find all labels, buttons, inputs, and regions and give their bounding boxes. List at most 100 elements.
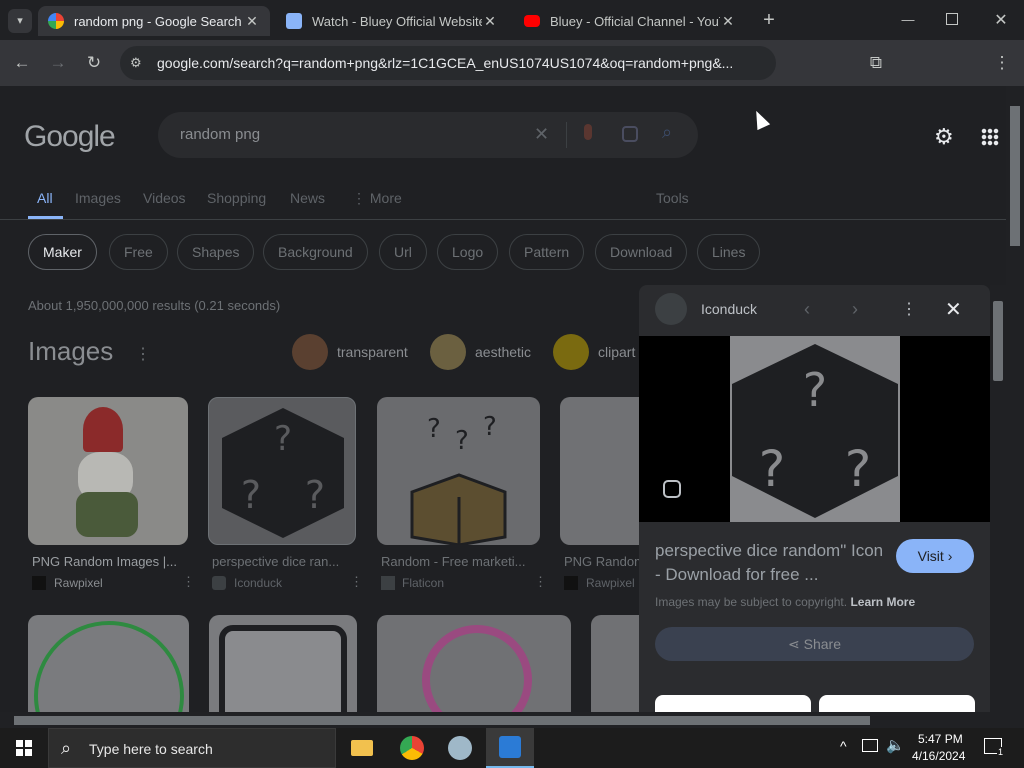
tab-videos[interactable]: Videos — [143, 190, 186, 206]
tab-search-button[interactable]: ▾ — [8, 9, 32, 33]
horizontal-scrollbar[interactable] — [0, 712, 1006, 728]
image-result-dice-white[interactable] — [209, 615, 357, 712]
image-result-box[interactable]: ? ? ? — [377, 397, 540, 545]
google-lens-icon[interactable] — [663, 480, 681, 498]
image-result-circle[interactable] — [28, 615, 189, 712]
chip-free[interactable]: Free — [109, 234, 168, 270]
tab-all[interactable]: All — [37, 190, 53, 206]
tab-shopping[interactable]: Shopping — [207, 190, 266, 206]
related-chip-aesthetic[interactable]: aesthetic — [430, 334, 531, 370]
close-icon[interactable]: ✕ — [482, 13, 498, 30]
close-window-button[interactable]: ✕ — [992, 10, 1010, 29]
image-result-ring[interactable] — [377, 615, 571, 712]
chip-url[interactable]: Url — [379, 234, 427, 270]
show-hidden-icons[interactable]: ^ — [840, 738, 847, 754]
tab-news[interactable]: News — [290, 190, 325, 206]
settings-gear-icon[interactable]: ⚙ — [934, 124, 954, 150]
result-menu-icon[interactable]: ⋮ — [182, 574, 195, 590]
chip-maker[interactable]: Maker — [28, 234, 97, 270]
google-logo[interactable]: Google — [24, 120, 116, 154]
related-chip-clipart[interactable]: clipart — [553, 334, 635, 370]
notifications-icon[interactable]: 1 — [984, 738, 1005, 757]
next-image-icon[interactable]: › — [852, 299, 858, 320]
image-caption[interactable]: PNG Random Images |... — [32, 554, 184, 569]
clock-date[interactable]: 4/16/2024 — [912, 749, 965, 763]
chrome-icon[interactable] — [388, 728, 436, 768]
image-result-gnome[interactable] — [28, 397, 188, 545]
forward-icon[interactable]: → — [47, 52, 69, 74]
browser-menu-icon[interactable]: ⋮ — [991, 52, 1013, 74]
image-source[interactable]: Iconduck — [234, 576, 282, 590]
chip-shapes[interactable]: Shapes — [177, 234, 255, 270]
chip-pattern[interactable]: Pattern — [509, 234, 585, 270]
tab-google-search[interactable]: random png - Google Search ✕ — [38, 6, 270, 36]
tab-bluey-website[interactable]: Watch - Bluey Official Website ✕ — [276, 6, 508, 36]
panel-scroll-thumb[interactable] — [993, 301, 1003, 381]
clock-time[interactable]: 5:47 PM — [918, 732, 963, 746]
microphone-icon[interactable] — [584, 124, 592, 140]
scroll-thumb[interactable] — [1010, 106, 1020, 246]
bluey-icon — [286, 13, 302, 29]
camera-lens-icon[interactable] — [622, 126, 638, 142]
image-source[interactable]: Flaticon — [402, 576, 444, 590]
image-result-dice[interactable]: ? ? ? — [208, 397, 356, 545]
taskbar-search-box[interactable]: ⌕ Type here to search — [48, 728, 336, 768]
image-source[interactable]: Rawpixel — [54, 576, 103, 590]
vertical-scrollbar[interactable] — [1006, 86, 1024, 712]
image-result-pattern[interactable] — [560, 397, 650, 545]
learn-more-link[interactable]: Learn More — [850, 595, 915, 609]
chip-background[interactable]: Background — [263, 234, 368, 270]
tab-images[interactable]: Images — [75, 190, 121, 206]
visit-button[interactable]: Visit › — [896, 539, 974, 573]
previous-image-icon[interactable]: ‹ — [804, 299, 810, 320]
address-bar[interactable]: ⚙ google.com/search?q=random+png&rlz=1C1… — [120, 46, 776, 80]
tab-more[interactable]: ⋮ More — [352, 190, 402, 207]
site-info-icon[interactable]: ⚙ — [130, 55, 142, 71]
related-label: clipart — [598, 344, 636, 360]
panel-close-icon[interactable]: ✕ — [945, 297, 962, 322]
search-icon[interactable]: ⌕ — [662, 122, 672, 143]
network-icon[interactable] — [862, 739, 878, 752]
tab-title: Watch - Bluey Official Website — [312, 13, 482, 29]
photos-app-icon[interactable] — [486, 728, 534, 768]
image-caption[interactable]: PNG Random — [564, 554, 640, 569]
panel-image-title[interactable]: perspective dice random" Icon - Download… — [655, 539, 885, 587]
restore-button[interactable] — [946, 13, 958, 25]
image-caption[interactable]: Random - Free marketi... — [381, 554, 536, 569]
close-icon[interactable]: ✕ — [720, 13, 736, 30]
chip-download[interactable]: Download — [595, 234, 688, 270]
share-button[interactable]: ⋖ Share — [655, 627, 974, 661]
images-menu-icon[interactable]: ⋮ — [135, 344, 151, 364]
panel-source-name[interactable]: Iconduck — [701, 301, 757, 317]
minimize-button[interactable]: — — [898, 12, 918, 28]
back-icon[interactable]: ← — [11, 52, 33, 74]
related-thumb-2[interactable] — [819, 695, 975, 712]
search-input[interactable]: random png — [180, 126, 260, 143]
volume-muted-icon[interactable]: 🔈 — [886, 736, 905, 754]
scroll-thumb[interactable] — [14, 716, 870, 725]
preview-image[interactable]: ? ? ? — [730, 336, 900, 522]
url-text[interactable]: google.com/search?q=random+png&rlz=1C1GC… — [157, 55, 737, 71]
tab-more-label: More — [369, 190, 402, 206]
extensions-puzzle-icon[interactable]: ⧉ — [865, 52, 887, 74]
related-chip-transparent[interactable]: transparent — [292, 334, 408, 370]
related-thumb-1[interactable] — [655, 695, 811, 712]
file-explorer-icon[interactable] — [338, 728, 386, 768]
new-tab-button[interactable]: + — [758, 9, 780, 31]
apps-grid-icon[interactable] — [981, 128, 999, 146]
result-menu-icon[interactable]: ⋮ — [350, 574, 363, 590]
app-globe-icon[interactable] — [436, 728, 484, 768]
panel-menu-icon[interactable]: ⋮ — [901, 299, 917, 319]
reload-icon[interactable]: ↻ — [83, 52, 105, 74]
image-caption[interactable]: perspective dice ran... — [212, 554, 352, 569]
close-icon[interactable]: ✕ — [244, 13, 260, 30]
tools-button[interactable]: Tools — [656, 190, 689, 206]
windows-start-icon[interactable] — [16, 740, 32, 756]
panel-scrollbar[interactable] — [990, 285, 1006, 712]
chip-logo[interactable]: Logo — [437, 234, 499, 270]
clear-icon[interactable]: ✕ — [534, 124, 549, 145]
image-source[interactable]: Rawpixel — [586, 576, 635, 590]
tab-bluey-youtube[interactable]: Bluey - Official Channel - YouTube ✕ — [514, 6, 746, 36]
chip-lines[interactable]: Lines — [697, 234, 761, 270]
result-menu-icon[interactable]: ⋮ — [534, 574, 547, 590]
